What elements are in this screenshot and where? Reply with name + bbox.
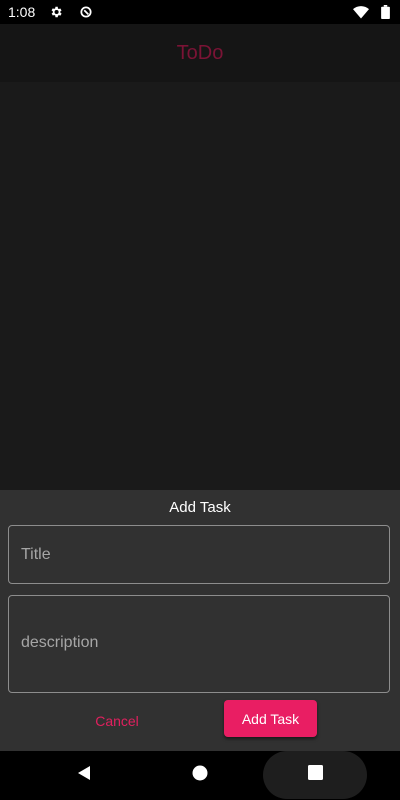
back-button[interactable] [60, 751, 108, 800]
title-input[interactable] [9, 526, 389, 583]
description-input[interactable] [9, 596, 389, 692]
recents-icon [307, 765, 323, 785]
navigation-bar [0, 751, 400, 800]
description-field[interactable] [8, 595, 390, 693]
status-time: 1:08 [8, 4, 36, 20]
data-saver-icon [79, 5, 93, 19]
app-bar: ToDo [0, 24, 400, 82]
home-icon [192, 765, 208, 786]
cancel-button[interactable]: Cancel [76, 703, 158, 739]
home-button[interactable] [176, 751, 224, 800]
sheet-title: Add Task [169, 499, 231, 516]
battery-icon [381, 5, 390, 19]
recents-button[interactable] [263, 751, 367, 799]
app-title: ToDo [176, 41, 224, 64]
settings-icon [49, 5, 63, 19]
status-bar: 1:08 [0, 0, 400, 24]
back-icon [76, 765, 92, 786]
add-task-button[interactable]: Add Task [224, 700, 317, 737]
add-task-sheet: Add Task Cancel Add Task [0, 490, 400, 751]
title-field[interactable] [8, 525, 390, 584]
wifi-icon [353, 5, 369, 19]
task-list-area [0, 82, 400, 490]
